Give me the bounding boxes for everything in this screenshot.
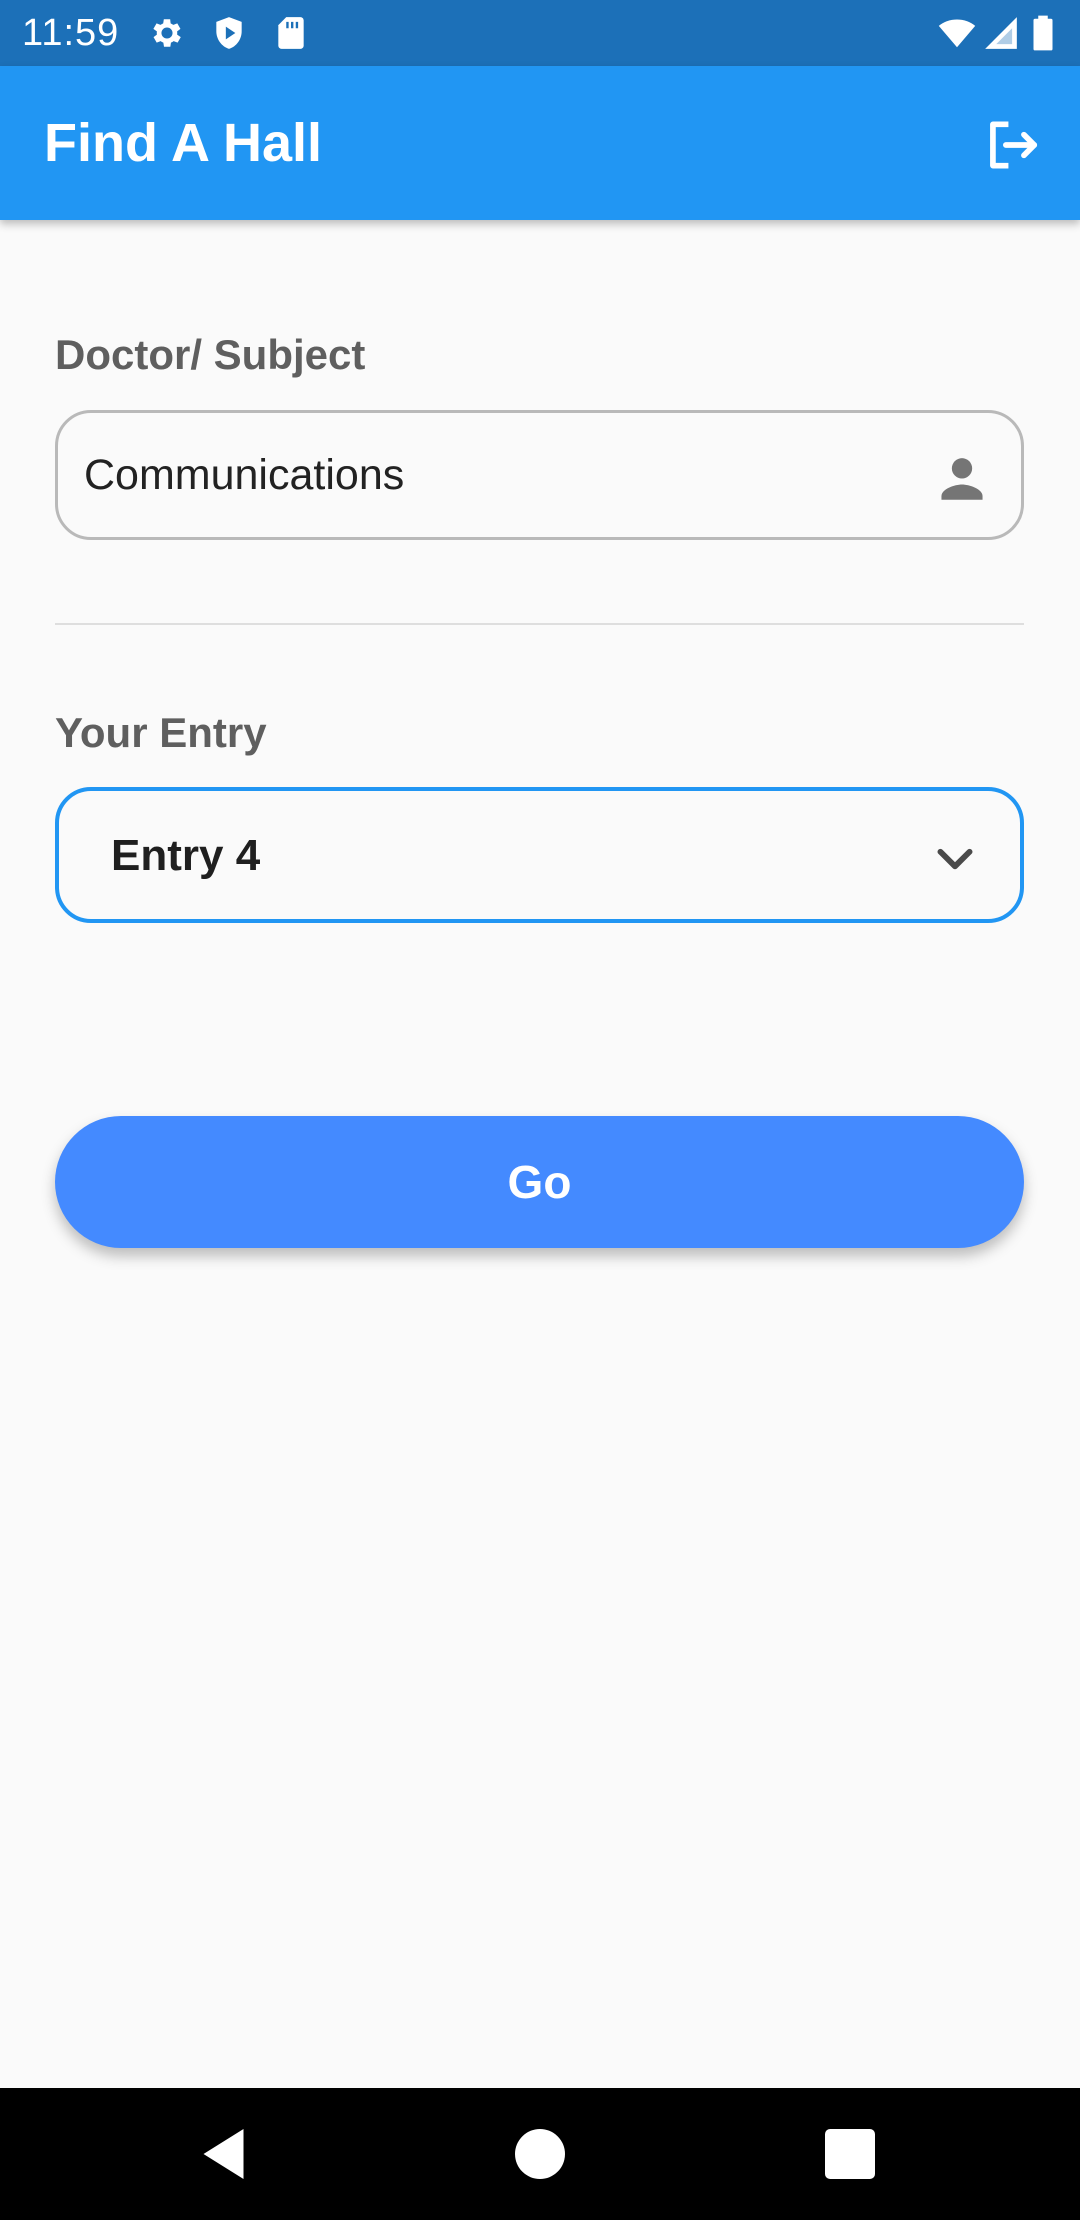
subject-label: Doctor/ Subject (55, 331, 366, 378)
shield-icon (210, 14, 248, 52)
system-nav-bar (0, 2088, 1080, 2220)
logout-button[interactable] (976, 110, 1046, 180)
battery-icon (1030, 14, 1056, 52)
subject-value[interactable]: Communications (84, 447, 404, 503)
entry-selected-value: Entry 4 (111, 831, 261, 880)
page-title: Find A Hall (44, 113, 322, 173)
divider (55, 623, 1024, 625)
status-bar: 11:59 (0, 0, 1080, 66)
home-icon[interactable] (510, 2124, 570, 2184)
entry-label: Your Entry (55, 709, 267, 756)
app-bar: Find A Hall (0, 66, 1080, 220)
sd-card-icon (272, 14, 310, 52)
recents-icon[interactable] (820, 2124, 880, 2184)
chevron-down-icon (930, 833, 980, 883)
entry-dropdown[interactable]: Entry 4 (55, 787, 1024, 923)
cell-signal-icon (982, 14, 1020, 52)
person-icon (933, 449, 991, 507)
back-icon[interactable] (196, 2124, 256, 2184)
status-time: 11:59 (22, 12, 120, 54)
logout-icon (980, 114, 1042, 176)
find-a-hall-screen: 11:59 Find A Hall Doctor/ Subject Commun… (0, 0, 1080, 2220)
go-button[interactable]: Go (55, 1116, 1024, 1248)
subject-field[interactable]: Communications (55, 410, 1024, 540)
wifi-icon (936, 14, 978, 52)
gear-icon (148, 14, 186, 52)
